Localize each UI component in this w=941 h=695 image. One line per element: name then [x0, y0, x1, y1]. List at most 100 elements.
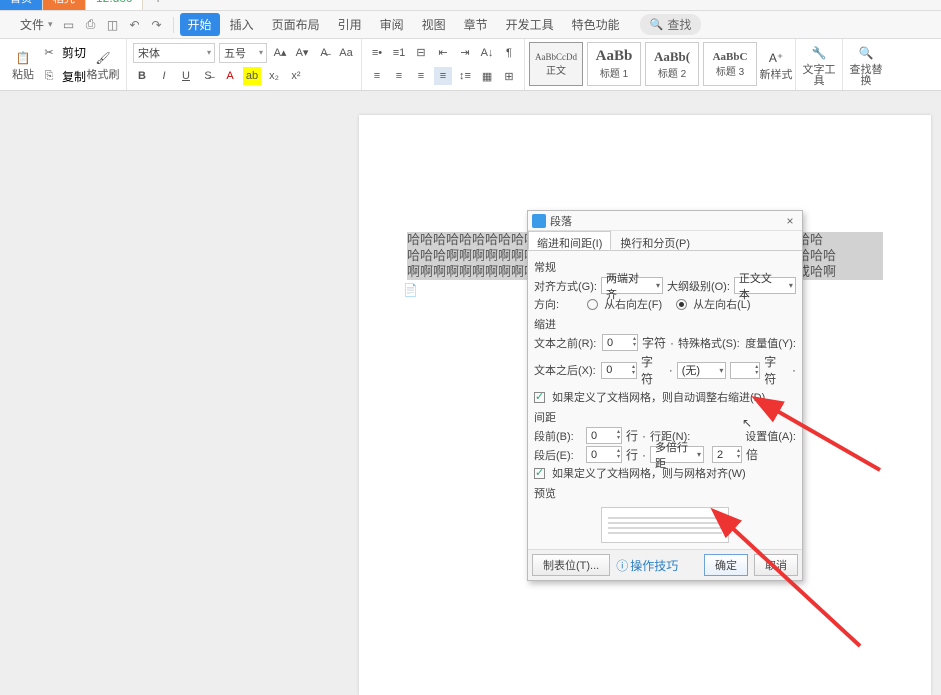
dialog-titlebar[interactable]: 段落 × — [528, 211, 802, 231]
menu-insert[interactable]: 插入 — [222, 16, 262, 33]
style-normal[interactable]: AaBbCcDd 正文 — [529, 42, 583, 86]
menu-search-label: 查找 — [667, 16, 691, 33]
menu-devtools[interactable]: 开发工具 — [498, 16, 562, 33]
shrink-font-icon[interactable]: A▾ — [293, 44, 311, 62]
dialog-tab-break[interactable]: 换行和分页(P) — [611, 231, 699, 250]
italic-button[interactable]: I — [155, 67, 173, 85]
cut-icon[interactable]: ✂ — [40, 44, 58, 62]
after-text-input[interactable]: 0 — [601, 362, 637, 379]
menu-search[interactable]: 🔍 查找 — [640, 14, 702, 35]
font-size-combo[interactable]: 五号 — [219, 43, 267, 63]
line-spacing-icon[interactable]: ↕≡ — [456, 67, 474, 85]
snap-grid-check[interactable] — [534, 468, 545, 479]
save-icon[interactable]: ▭ — [61, 17, 77, 33]
change-case-icon[interactable]: Aa — [337, 44, 355, 62]
style-h1-name: 标题 1 — [600, 65, 628, 80]
sort-icon[interactable]: A↓ — [478, 44, 496, 62]
newstyle-button[interactable]: A⁺ 新样式 — [759, 39, 793, 90]
ok-button[interactable]: 确定 — [704, 554, 748, 576]
strike-button[interactable]: S̶ — [199, 67, 217, 85]
before-text-input[interactable]: 0 — [602, 334, 638, 351]
multilevel-icon[interactable]: ⊟ — [412, 44, 430, 62]
style-h2[interactable]: AaBb( 标题 2 — [645, 42, 699, 86]
preview-icon[interactable]: ◫ — [105, 17, 121, 33]
menu-chapter[interactable]: 章节 — [456, 16, 496, 33]
outline-combo[interactable]: 正文文本 — [734, 277, 796, 294]
borders-icon[interactable]: ⊞ — [500, 67, 518, 85]
menu-start[interactable]: 开始 — [180, 13, 220, 36]
format-painter-button[interactable]: 🖌 格式刷 — [86, 41, 120, 88]
set-value-label: 设置值(A): — [745, 428, 796, 444]
outline-label: 大纲级别(O): — [667, 278, 730, 294]
findrep-button[interactable]: 🔍 查找替换 — [849, 41, 883, 88]
font-name-combo[interactable]: 宋体 — [133, 43, 215, 63]
grow-font-icon[interactable]: A▴ — [271, 44, 289, 62]
align-justify-icon[interactable]: ≡ — [434, 67, 452, 85]
align-right-icon[interactable]: ≡ — [412, 67, 430, 85]
tabstops-button[interactable]: 制表位(T)... — [532, 554, 610, 576]
showmarks-icon[interactable]: ¶ — [500, 44, 518, 62]
format-painter-icon: 🖌 — [93, 48, 113, 68]
app-logo-icon — [6, 16, 10, 34]
dialog-close-button[interactable]: × — [782, 214, 798, 228]
cancel-button[interactable]: 取消 — [754, 554, 798, 576]
line-spacing-combo[interactable]: 多倍行距 — [650, 446, 704, 463]
menu-reference[interactable]: 引用 — [330, 16, 370, 33]
paste-button[interactable]: 📋 粘贴 — [6, 41, 40, 88]
tab-document[interactable]: 12.doc — [86, 0, 143, 11]
set-value-input[interactable]: 2 — [712, 446, 742, 463]
special-combo[interactable]: (无) — [677, 362, 727, 379]
dialog-title: 段落 — [550, 213, 782, 229]
font-color-button[interactable]: A — [221, 67, 239, 85]
shading-icon[interactable]: ▦ — [478, 67, 496, 85]
menu-pagelayout[interactable]: 页面布局 — [264, 16, 328, 33]
tips-label: 操作技巧 — [630, 557, 678, 574]
bold-button[interactable]: B — [133, 67, 151, 85]
space-before-input[interactable]: 0 — [586, 427, 622, 444]
undo-icon[interactable]: ↶ — [127, 17, 143, 33]
auto-indent-check[interactable] — [534, 392, 545, 403]
tab-home[interactable]: 首页 — [0, 0, 43, 11]
redo-icon[interactable]: ↷ — [149, 17, 165, 33]
highlight-button[interactable]: ab — [243, 67, 261, 85]
search-icon: 🔍 — [650, 18, 664, 31]
style-h3[interactable]: AaBbC 标题 3 — [703, 42, 757, 86]
subscript-button[interactable]: x₂ — [265, 67, 283, 85]
direction-rtl-radio[interactable] — [587, 299, 598, 310]
bullets-icon[interactable]: ≡• — [368, 44, 386, 62]
style-h1[interactable]: AaBb 标题 1 — [587, 42, 641, 86]
metric-input[interactable] — [730, 362, 760, 379]
indent-dec-icon[interactable]: ⇤ — [434, 44, 452, 62]
dialog-tab-indent[interactable]: 缩进和间距(I) — [528, 231, 611, 250]
ribbon: 📋 粘贴 ✂ 剪切 ⎘ 复制 🖌 格式刷 宋体 五号 A▴ A▾ A̶ — [0, 39, 941, 91]
menu-review[interactable]: 审阅 — [372, 16, 412, 33]
clear-format-icon[interactable]: A̶ — [315, 44, 333, 62]
tips-link[interactable]: ⓘ操作技巧 — [616, 557, 678, 574]
tips-icon: ⓘ — [616, 557, 628, 574]
ribbon-font: 宋体 五号 A▴ A▾ A̶ Aa B I U S̶ A ab x₂ x² — [127, 39, 362, 90]
numbering-icon[interactable]: ≡1 — [390, 44, 408, 62]
copy-icon[interactable]: ⎘ — [40, 67, 58, 85]
underline-button[interactable]: U — [177, 67, 195, 85]
indent-inc-icon[interactable]: ⇥ — [456, 44, 474, 62]
align-center-icon[interactable]: ≡ — [390, 67, 408, 85]
cut-label: 剪切 — [62, 44, 86, 61]
space-after-input[interactable]: 0 — [586, 446, 622, 463]
tab-add[interactable]: + — [143, 0, 173, 10]
file-menu[interactable]: 文件 — [16, 16, 57, 33]
print-icon[interactable]: ⎙ — [83, 17, 99, 33]
superscript-button[interactable]: x² — [287, 67, 305, 85]
tab-daoke[interactable]: 稻壳 — [43, 0, 86, 11]
texttool-button[interactable]: 🔧 文字工具 — [802, 41, 836, 88]
menu-special[interactable]: 特色功能 — [564, 16, 628, 33]
dialog-tabs: 缩进和间距(I) 换行和分页(P) — [528, 231, 802, 251]
menu-view[interactable]: 视图 — [414, 16, 454, 33]
align-combo[interactable]: 两端对齐 — [601, 277, 663, 294]
set-value-unit: 倍 — [746, 446, 758, 463]
newstyle-icon: A⁺ — [766, 48, 786, 68]
ribbon-tools: 🔧 文字工具 — [796, 39, 843, 90]
direction-ltr-radio[interactable] — [676, 299, 687, 310]
app-tabstrip: 首页 稻壳 12.doc + — [0, 0, 941, 11]
menubar: 文件 ▭ ⎙ ◫ ↶ ↷ 开始 插入 页面布局 引用 审阅 视图 章节 开发工具… — [0, 11, 941, 39]
align-left-icon[interactable]: ≡ — [368, 67, 386, 85]
